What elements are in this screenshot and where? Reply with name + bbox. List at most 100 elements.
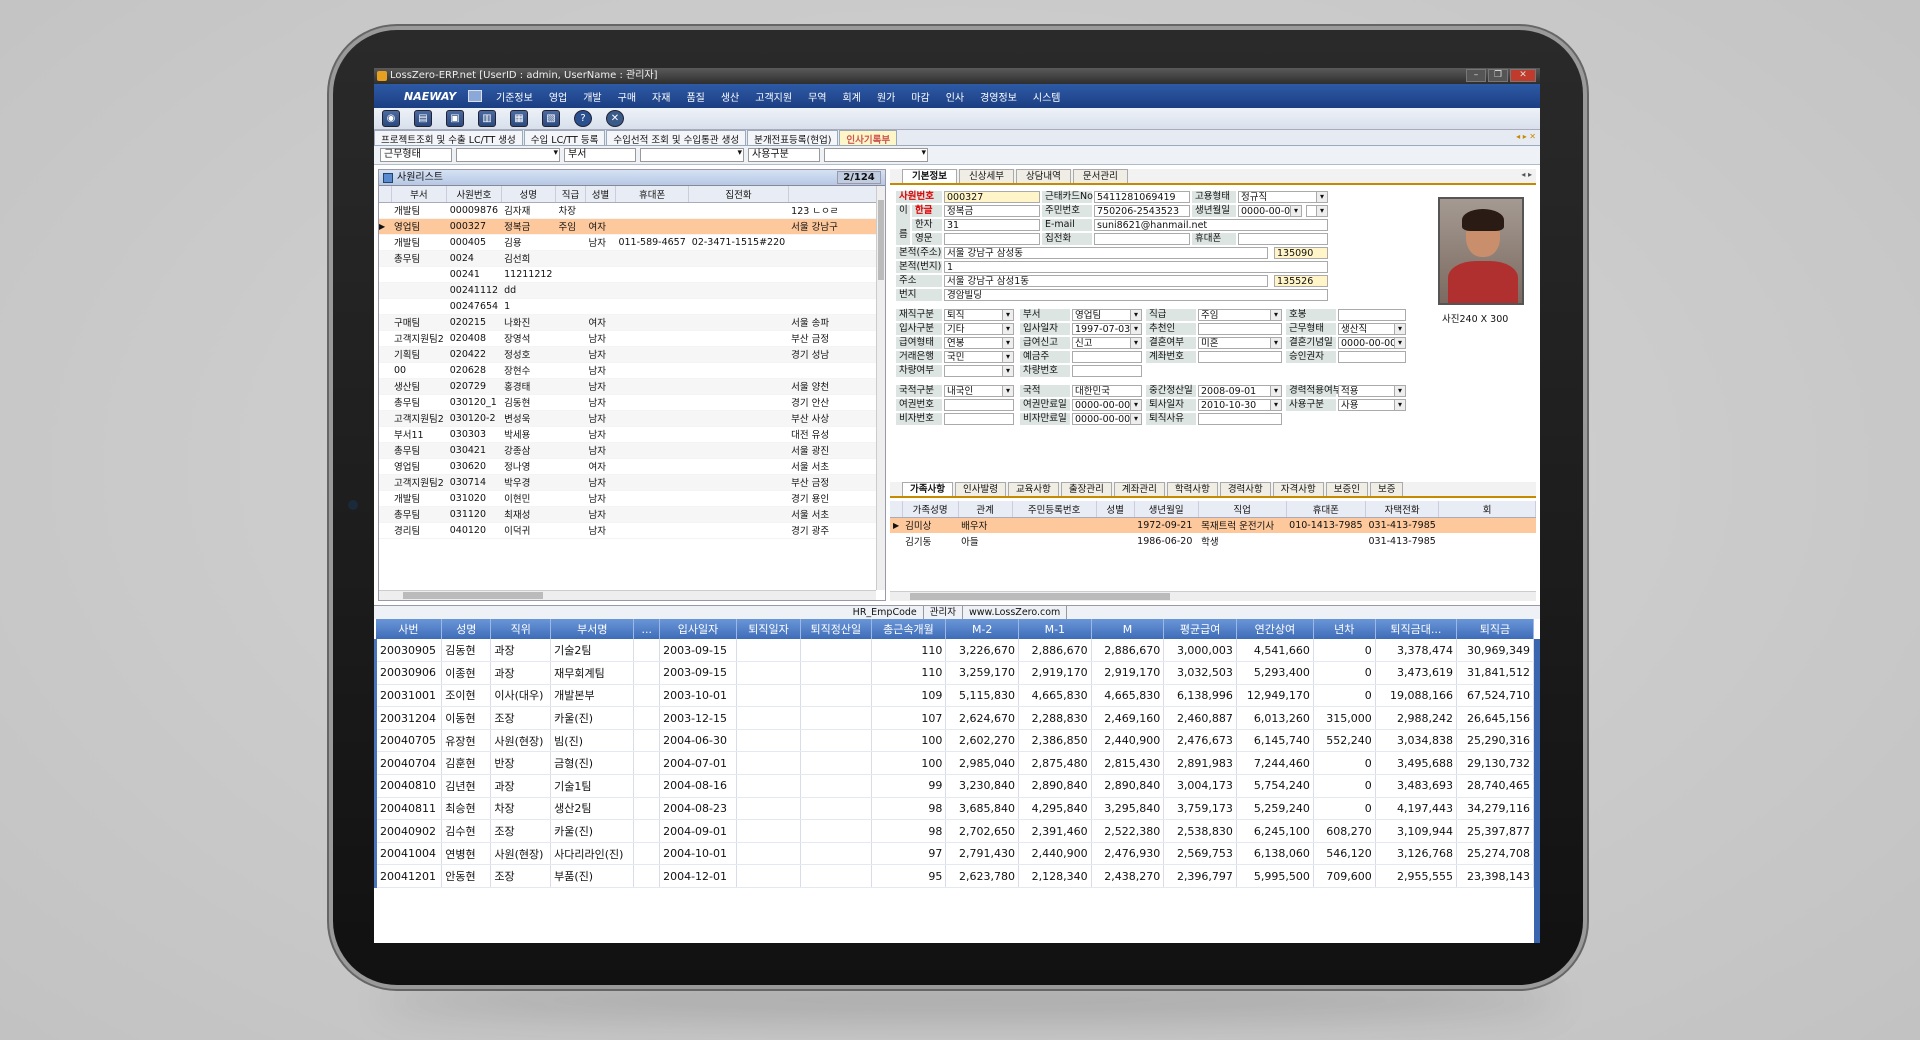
print-icon[interactable]: ▦	[510, 110, 528, 127]
menu-item-material[interactable]: 자재	[652, 89, 670, 104]
grid-vscroll[interactable]	[1534, 639, 1540, 943]
addr-no-field[interactable]: 경암빌딩	[944, 289, 1328, 301]
mid-settle-field[interactable]: 2008-09-01	[1198, 385, 1282, 397]
menu-item-hr[interactable]: 인사	[946, 89, 964, 104]
grid-col-0[interactable]: 사번	[375, 619, 443, 639]
employee-row[interactable]: 구매팀 020215 나화진 여자 서울 송파	[379, 314, 885, 331]
mouse-icon[interactable]: ◉	[382, 110, 400, 127]
pay-report-field[interactable]: 신고	[1072, 337, 1142, 349]
nation-field[interactable]: 대한민국	[1072, 385, 1142, 397]
employee-row[interactable]: 총무팀 0024 김선희	[379, 250, 885, 267]
career-field[interactable]: 적용	[1338, 385, 1406, 397]
reg-addr-field[interactable]: 서울 강남구 삼성동	[944, 247, 1268, 259]
menu-item-dev[interactable]: 개발	[583, 89, 601, 104]
ssn-field[interactable]: 750206-2543523	[1094, 205, 1190, 217]
tab-scroll-icon[interactable]: ◂ ▸ ✕	[1516, 132, 1536, 141]
grid-col-11[interactable]: M	[1091, 619, 1165, 639]
family-col-name[interactable]: 가족성명	[902, 501, 959, 518]
tab-basic-info[interactable]: 기본정보	[902, 169, 957, 183]
tab-family[interactable]: 가족사항	[902, 482, 953, 496]
car-no-field[interactable]	[1072, 365, 1142, 377]
join-date-field[interactable]: 1997-07-03	[1072, 323, 1142, 335]
mobile-field[interactable]	[1238, 233, 1328, 245]
step-field[interactable]	[1338, 309, 1406, 321]
employee-row[interactable]: 총무팀 030120_1 김동현 남자 경기 안산	[379, 394, 885, 411]
tab-consult[interactable]: 상담내역	[1015, 169, 1071, 183]
birth-field[interactable]: 0000-00-00	[1238, 205, 1302, 217]
grid-col-3[interactable]: 부서명	[550, 619, 635, 639]
rank-field[interactable]: 주임	[1198, 309, 1282, 321]
emp-no-field[interactable]: 000327	[944, 191, 1040, 203]
col-mobile[interactable]: 휴대폰	[615, 186, 690, 203]
passport-field[interactable]	[944, 399, 1014, 411]
eng-field[interactable]	[944, 233, 1040, 245]
detail-tab-arrows-icon[interactable]: ◂ ▸	[1521, 170, 1532, 179]
retire-date-field[interactable]: 2010-10-30	[1198, 399, 1282, 411]
menu-item-production[interactable]: 생산	[721, 89, 739, 104]
status-field[interactable]: 퇴직	[944, 309, 1014, 321]
employee-row[interactable]: 고객지원팀2 030714 박우경 남자 부산 금정	[379, 474, 885, 491]
grid-row[interactable]: 20030906 이종현 과장 재무회계팀 2003-09-15 110 3,259,170…	[374, 661, 1535, 685]
col-home[interactable]: 집전화	[688, 186, 789, 203]
grid-col-14[interactable]: 년차	[1313, 619, 1376, 639]
tab-account[interactable]: 계좌관리	[1113, 482, 1165, 496]
pay-type-field[interactable]: 연봉	[944, 337, 1014, 349]
car-field[interactable]	[944, 365, 1014, 377]
use-field[interactable]: 사용	[1338, 399, 1406, 411]
family-col-extra[interactable]: 회	[1438, 501, 1536, 518]
col-dept[interactable]: 부서	[391, 186, 448, 203]
employee-row[interactable]: 총무팀 030421 강종삼 남자 서울 광진	[379, 442, 885, 459]
employee-row[interactable]: 개발팀 031020 이현민 남자 경기 용인	[379, 490, 885, 507]
join-type-field[interactable]: 기타	[944, 323, 1014, 335]
grid-col-6[interactable]: 퇴직일자	[736, 619, 802, 639]
restore-icon[interactable]: ❐	[1488, 69, 1508, 82]
family-col-ssn[interactable]: 주민등록번호	[1012, 501, 1097, 518]
employee-photo[interactable]	[1438, 197, 1524, 305]
employee-row[interactable]: 기획팀 020422 정성호 남자 경기 성남	[379, 346, 885, 363]
menu-item-trade[interactable]: 무역	[808, 89, 826, 104]
tab-journal[interactable]: 분개전표등록(현업)	[747, 130, 839, 146]
employee-row[interactable]: 총무팀 031120 최재성 남자 서울 서초	[379, 506, 885, 523]
grid-row[interactable]: 20040811 최승현 차장 생산2팀 2004-08-23 98 3,685,840 4,…	[374, 797, 1535, 821]
grid-col-7[interactable]: 퇴직정산일	[800, 619, 872, 639]
wedding-field[interactable]: 0000-00-00	[1338, 337, 1406, 349]
emp-type-select[interactable]	[824, 148, 928, 162]
employee-row[interactable]: 영업팀 030620 정나영 여자 서울 서초	[379, 458, 885, 475]
grid-row[interactable]: 20040902 김수현 조장 카울(진) 2004-09-01 98 2,702,650 2…	[374, 819, 1535, 843]
employee-row[interactable]: 00247654 1	[379, 298, 885, 315]
col-rank[interactable]: 직급	[555, 186, 586, 203]
grid-row[interactable]: 20031204 이동현 조장 카울(진) 2003-12-15 107 2,624,670…	[374, 706, 1535, 730]
tab-school[interactable]: 학력사항	[1166, 482, 1218, 496]
tab-guarantor[interactable]: 보증인	[1325, 482, 1368, 496]
family-col-mobile[interactable]: 휴대폰	[1286, 501, 1367, 518]
grid-row[interactable]: 20040810 김년현 과장 기술1팀 2004-08-16 99 3,230,840 2,…	[374, 774, 1535, 798]
family-col-birth[interactable]: 생년월일	[1134, 501, 1199, 518]
employee-row[interactable]: 개발팀 000405 김용 남자 011-589-4657 02-3471-1515#22…	[379, 234, 885, 251]
work-type-select[interactable]	[456, 148, 560, 162]
visa-field[interactable]	[944, 413, 1014, 425]
work-field[interactable]: 생산직	[1338, 323, 1406, 335]
tab-personal-detail[interactable]: 신상세부	[958, 169, 1014, 183]
tab-project[interactable]: 프로젝트조회 및 수출 LC/TT 생성	[374, 130, 523, 146]
menu-icon[interactable]	[468, 90, 482, 102]
menu-item-quality[interactable]: 품질	[686, 89, 704, 104]
retire-reason-field[interactable]	[1198, 413, 1282, 425]
holder-field[interactable]	[1072, 351, 1142, 363]
employee-row[interactable]: 부서11 030303 박세용 남자 대전 유성	[379, 426, 885, 443]
close-window-icon[interactable]: ✕	[1510, 69, 1536, 82]
grid-col-9[interactable]: M-2	[945, 619, 1019, 639]
col-emp-no[interactable]: 사원번호	[446, 186, 502, 203]
employee-row[interactable]: 00 020628 장현수 남자	[379, 362, 885, 379]
grid-col-4[interactable]: ...	[633, 619, 661, 639]
employee-row[interactable]: 개발팀 00009876 김자재 차장 123 ㄴㅇㄹ	[379, 202, 885, 219]
family-col-job[interactable]: 직업	[1198, 501, 1287, 518]
family-col-home[interactable]: 자택전화	[1365, 501, 1440, 518]
grid-row[interactable]: 20040705 유장현 사원(현장) 빔(진) 2004-06-30 100 2,602,…	[374, 729, 1535, 753]
col-name[interactable]: 성명	[501, 186, 556, 203]
grid-row[interactable]: 20041201 안동현 조장 부품(진) 2004-12-01 95 2,623,780 2…	[374, 864, 1535, 889]
menu-item-accounting[interactable]: 회계	[842, 89, 860, 104]
reg-zip-field[interactable]: 135090	[1274, 247, 1328, 259]
document-icon[interactable]: ▤	[414, 110, 432, 127]
detail-hscroll[interactable]	[890, 591, 1536, 601]
close-icon[interactable]: ✕	[606, 110, 624, 127]
